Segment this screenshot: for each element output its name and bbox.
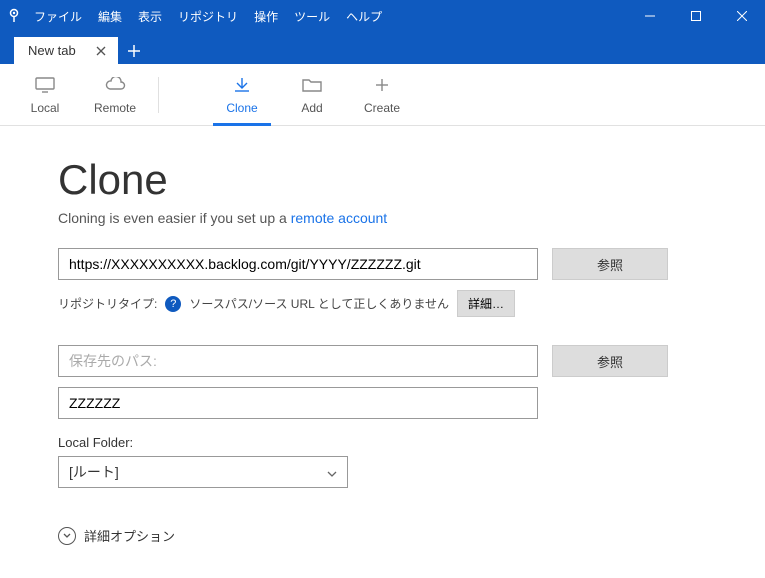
menu-repository[interactable]: リポジトリ <box>172 6 244 27</box>
subtitle-text: Cloning is even easier if you set up a <box>58 210 291 226</box>
toolbar-remote[interactable]: Remote <box>80 67 150 123</box>
page-title: Clone <box>58 156 713 204</box>
local-folder-select[interactable]: [ルート] <box>58 456 348 488</box>
tab-strip: New tab <box>0 32 765 64</box>
local-folder-label: Local Folder: <box>58 435 713 450</box>
destination-path-input[interactable] <box>58 345 538 377</box>
toolbar-create-label: Create <box>364 101 400 115</box>
titlebar: ファイル 編集 表示 リポジトリ 操作 ツール ヘルプ <box>0 0 765 32</box>
menu-view[interactable]: 表示 <box>132 6 168 27</box>
folder-icon <box>301 75 323 95</box>
toolbar-local[interactable]: Local <box>10 67 80 123</box>
menu-edit[interactable]: 編集 <box>92 6 128 27</box>
toolbar-add[interactable]: Add <box>277 67 347 123</box>
chevron-down-icon <box>327 464 337 480</box>
maximize-button[interactable] <box>673 0 719 32</box>
toolbar-clone-label: Clone <box>226 101 257 115</box>
remote-account-link[interactable]: remote account <box>291 210 388 226</box>
source-url-input[interactable] <box>58 248 538 280</box>
expand-icon <box>58 527 76 545</box>
details-button[interactable]: 詳細… <box>457 290 515 317</box>
repo-type-label: リポジトリタイプ: <box>58 295 157 312</box>
browse-destination-button[interactable]: 参照 <box>552 345 668 377</box>
toolbar-local-label: Local <box>31 101 60 115</box>
browse-source-button[interactable]: 参照 <box>552 248 668 280</box>
minimize-button[interactable] <box>627 0 673 32</box>
menu-tools[interactable]: ツール <box>288 6 336 27</box>
toolbar: Local Remote Clone Add Create <box>0 64 765 126</box>
toolbar-divider <box>158 77 159 113</box>
toolbar-remote-label: Remote <box>94 101 136 115</box>
monitor-icon <box>34 75 56 95</box>
info-icon: ? <box>165 296 181 312</box>
toolbar-clone[interactable]: Clone <box>207 67 277 123</box>
download-icon <box>232 75 252 95</box>
tab-label: New tab <box>28 43 76 58</box>
subtitle: Cloning is even easier if you set up a r… <box>58 210 713 226</box>
window-controls <box>627 0 765 32</box>
repo-name-input[interactable] <box>58 387 538 419</box>
toolbar-add-label: Add <box>301 101 322 115</box>
plus-icon <box>374 75 390 95</box>
main-content: Clone Cloning is even easier if you set … <box>0 126 765 545</box>
local-folder-value: [ルート] <box>69 462 119 482</box>
menu-help[interactable]: ヘルプ <box>340 6 388 27</box>
advanced-options-toggle[interactable]: 詳細オプション <box>58 526 713 545</box>
close-button[interactable] <box>719 0 765 32</box>
menu-actions[interactable]: 操作 <box>248 6 284 27</box>
menu-file[interactable]: ファイル <box>28 6 88 27</box>
tab-add-button[interactable] <box>118 37 150 64</box>
advanced-options-label: 詳細オプション <box>84 526 175 545</box>
tab-new[interactable]: New tab <box>14 37 118 64</box>
app-logo-icon <box>0 8 28 24</box>
main-menu: ファイル 編集 表示 リポジトリ 操作 ツール ヘルプ <box>28 6 388 27</box>
cloud-icon <box>103 75 127 95</box>
tab-close-icon[interactable] <box>94 44 108 58</box>
toolbar-create[interactable]: Create <box>347 67 417 123</box>
repo-type-message: ソースパス/ソース URL として正しくありません <box>189 295 449 312</box>
